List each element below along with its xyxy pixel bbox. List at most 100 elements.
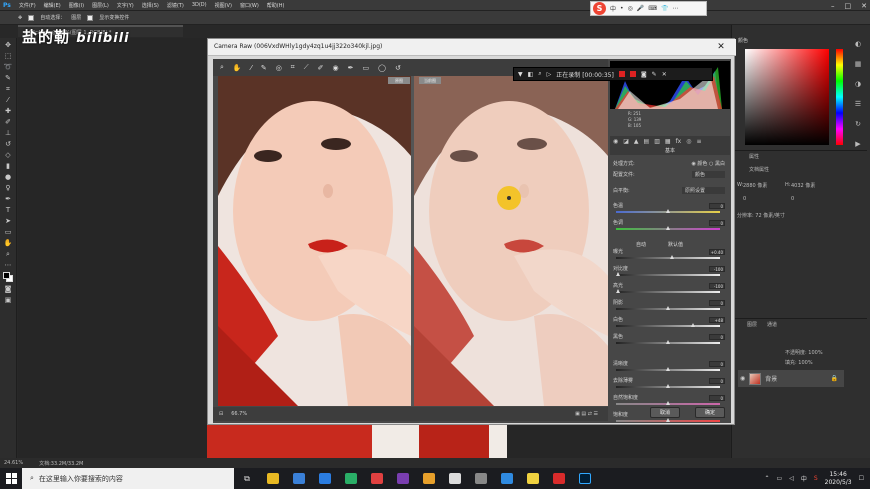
menu-type[interactable]: 文字(Y) <box>117 2 134 9</box>
wb-dropdown[interactable]: 原照设置 <box>681 187 725 194</box>
split-tone-tab-icon[interactable]: ▥ <box>654 138 660 145</box>
eyedropper-tool-icon[interactable]: ⁄ <box>4 96 13 104</box>
clock[interactable]: 15:46 2020/5/3 <box>825 471 852 487</box>
default-button[interactable]: 默认值 <box>668 241 683 248</box>
taskbar-app-mail[interactable] <box>286 468 312 489</box>
slider-knob[interactable] <box>666 384 670 388</box>
color-panel-icon[interactable]: ◐ <box>855 40 861 48</box>
ime-emoji-icon[interactable]: ◎ <box>628 5 633 12</box>
taskbar-search[interactable]: ⌕ 在这里输入你要搜索的内容 <box>22 468 234 489</box>
slider-value-field[interactable]: 0 <box>709 394 725 401</box>
slider-knob[interactable] <box>666 226 670 230</box>
slider-track[interactable] <box>616 209 720 213</box>
color-sampler-icon[interactable]: ✎ <box>261 64 267 72</box>
slider-value-field[interactable]: 0 <box>709 299 725 306</box>
slider-track[interactable] <box>616 418 720 422</box>
taskbar-app-notes[interactable] <box>520 468 546 489</box>
slider-knob[interactable] <box>666 418 670 422</box>
shape-tool-icon[interactable]: ▭ <box>4 228 13 236</box>
slider-track[interactable] <box>616 367 720 371</box>
taskbar-app-wechat[interactable] <box>338 468 364 489</box>
view-toggle-icon[interactable]: ▣ ▤ ⇄ ☰ <box>575 411 598 417</box>
menu-edit[interactable]: 编辑(E) <box>44 2 61 9</box>
menu-layer[interactable]: 图层(L) <box>92 2 109 9</box>
screen-mode-icon[interactable]: ▣ <box>4 296 13 304</box>
rec-close-icon[interactable]: ✕ <box>662 71 667 78</box>
dialog-close-button[interactable]: ✕ <box>712 39 730 55</box>
pen-tool-icon[interactable]: ✒ <box>4 195 13 203</box>
quick-select-tool-icon[interactable]: ✎ <box>4 74 13 82</box>
minimize-icon[interactable]: – <box>831 2 835 10</box>
slider-value-field[interactable]: -100 <box>709 265 725 272</box>
lasso-tool-icon[interactable]: ➰ <box>4 63 13 71</box>
rec-search-icon[interactable]: ⌕ <box>538 70 541 78</box>
marquee-tool-icon[interactable]: ⬚ <box>4 52 13 60</box>
slider-track[interactable] <box>616 401 720 405</box>
slider-track[interactable] <box>616 340 720 344</box>
slider-track[interactable] <box>616 306 720 310</box>
sogou-tray-icon[interactable]: S <box>814 475 818 482</box>
zoom-out-icon[interactable]: ⊟ <box>219 411 223 417</box>
slider-track[interactable] <box>616 226 720 230</box>
close-icon[interactable]: ✕ <box>861 2 867 10</box>
slider-knob[interactable] <box>616 289 621 293</box>
hand-tool-icon[interactable]: ✋ <box>233 64 242 72</box>
taskbar-app-browser[interactable] <box>494 468 520 489</box>
properties-tab[interactable]: 属性 <box>749 153 759 160</box>
zoom-readout[interactable]: 24.61% <box>4 460 23 466</box>
more-tools-icon[interactable]: ⋯ <box>4 261 13 269</box>
lens-tab-icon[interactable]: ▦ <box>665 138 671 145</box>
taskbar-app-tools[interactable] <box>468 468 494 489</box>
slider-value-field[interactable]: 0 <box>709 202 725 209</box>
tray-up-icon[interactable]: ⌃ <box>765 475 770 482</box>
color-swatches[interactable] <box>3 272 13 282</box>
eraser-tool-icon[interactable]: ◇ <box>4 151 13 159</box>
taskbar-app-wps[interactable] <box>312 468 338 489</box>
radial-filter-icon[interactable]: ◯ <box>378 64 386 72</box>
auto-select-checkbox[interactable] <box>28 14 35 21</box>
auto-select-dropdown[interactable]: 图层 <box>71 14 81 21</box>
transform-checkbox[interactable] <box>87 14 94 21</box>
layer-row[interactable]: ◉ 背景 🔒 <box>738 370 844 387</box>
pause-record-icon[interactable] <box>629 71 636 77</box>
basic-tab-icon[interactable]: ◉ <box>613 138 618 145</box>
slider-track[interactable] <box>616 289 720 293</box>
screenshot-icon[interactable]: ◙ <box>641 71 647 78</box>
hand-tool-icon[interactable]: ✋ <box>4 239 13 247</box>
menu-filter[interactable]: 滤镜(T) <box>167 2 184 9</box>
zoom-tool-icon[interactable]: ⌕ <box>220 63 224 72</box>
ime-more-icon[interactable]: ⋯ <box>672 5 678 12</box>
cancel-button[interactable]: 取消 <box>650 407 680 418</box>
ime-skin-icon[interactable]: 👕 <box>661 5 668 12</box>
ok-button[interactable]: 确定 <box>695 407 725 418</box>
taskbar-app-explorer[interactable] <box>260 468 286 489</box>
effects-tab-icon[interactable]: fx <box>676 138 682 145</box>
ime-keyboard-icon[interactable]: ⌨ <box>648 5 657 12</box>
slider-knob[interactable] <box>616 272 621 276</box>
taskbar-app-photoshop[interactable] <box>572 468 598 489</box>
type-tool-icon[interactable]: T <box>4 206 13 214</box>
rotate-icon[interactable]: ↺ <box>395 64 401 72</box>
taskbar-app-onenote[interactable] <box>390 468 416 489</box>
path-select-tool-icon[interactable]: ➤ <box>4 217 13 225</box>
slider-knob[interactable] <box>666 340 670 344</box>
hue-slider[interactable] <box>836 49 843 145</box>
slider-knob[interactable] <box>666 209 670 213</box>
auto-button[interactable]: 自动 <box>636 241 646 248</box>
detail-tab-icon[interactable]: ▲ <box>634 138 639 145</box>
start-button[interactable] <box>0 468 22 489</box>
quick-mask-icon[interactable]: ◙ <box>4 285 13 293</box>
menu-image[interactable]: 图像(I) <box>69 2 84 9</box>
healing-tool-icon[interactable]: ✚ <box>4 107 13 115</box>
actions-icon[interactable]: ▶ <box>855 140 860 148</box>
slider-track[interactable] <box>616 384 720 388</box>
blur-tool-icon[interactable]: ● <box>4 173 13 181</box>
calibration-tab-icon[interactable]: ◎ <box>686 138 691 145</box>
stamp-tool-icon[interactable]: ⊥ <box>4 129 13 137</box>
taskbar-app-compass[interactable] <box>442 468 468 489</box>
ime-punct-icon[interactable]: • <box>620 5 624 12</box>
adjust-brush-icon[interactable]: ✒ <box>348 64 354 72</box>
slider-knob[interactable] <box>670 255 675 259</box>
menu-window[interactable]: 窗口(W) <box>240 2 259 9</box>
sogou-logo-icon[interactable]: S <box>593 2 606 15</box>
